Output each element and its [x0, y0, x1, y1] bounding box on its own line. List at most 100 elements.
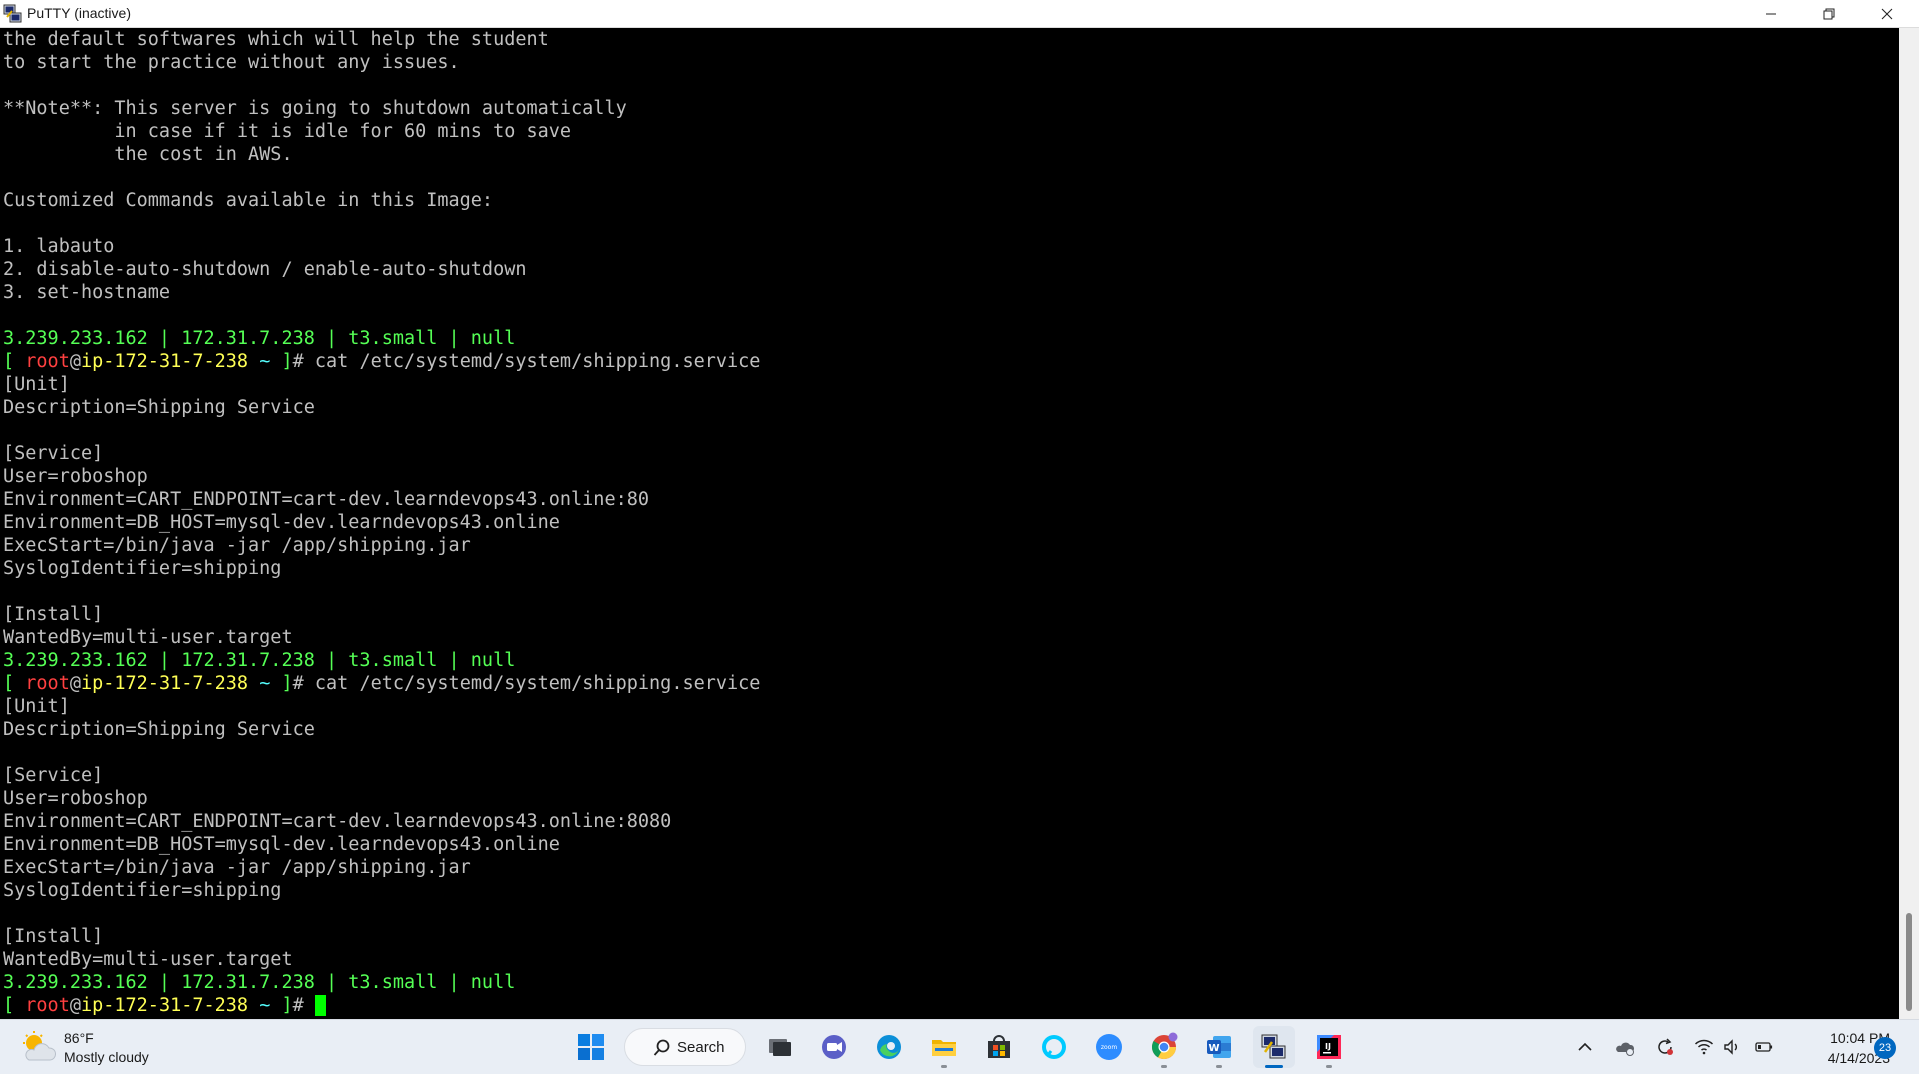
scrollbar-thumb[interactable]	[1906, 913, 1912, 1011]
terminal-text: 3.239.233.162 | 172.31.7.238 | t3.small …	[3, 972, 516, 993]
terminal-text: ~	[248, 995, 282, 1016]
terminal-line: 3.239.233.162 | 172.31.7.238 | t3.small …	[0, 649, 1899, 672]
terminal-text: the cost in AWS.	[3, 144, 293, 165]
task-view-button[interactable]	[759, 1026, 801, 1068]
notification-badge[interactable]: 23	[1874, 1037, 1896, 1059]
terminal-line: Environment=DB_HOST=mysql-dev.learndevop…	[0, 511, 1899, 534]
terminal-line: User=roboshop	[0, 465, 1899, 488]
weather-widget[interactable]: 86°F Mostly cloudy	[20, 1028, 170, 1068]
file-explorer-button[interactable]	[923, 1026, 965, 1068]
terminal-line: [ root@ip-172-31-7-238 ~ ]# cat /etc/sys…	[0, 672, 1899, 695]
weather-temperature: 86°F	[64, 1030, 94, 1046]
taskbar-search[interactable]: Search	[624, 1028, 746, 1066]
windows-logo-icon	[578, 1034, 604, 1060]
word-icon: W	[1207, 1036, 1231, 1058]
terminal-text: Environment=DB_HOST=mysql-dev.learndevop…	[3, 512, 560, 533]
volume-tray-button[interactable]	[1720, 1035, 1744, 1059]
terminal-text: [Service]	[3, 765, 104, 786]
terminal-output[interactable]: the default softwares which will help th…	[0, 28, 1899, 1019]
putty-icon	[3, 4, 23, 24]
store-icon	[988, 1035, 1010, 1058]
terminal-text: # cat /etc/systemd/system/shipping.servi…	[292, 673, 761, 694]
alexa-icon	[1042, 1035, 1066, 1059]
terminal-text: [	[3, 995, 26, 1016]
close-button[interactable]	[1864, 0, 1910, 28]
terminal-line: Environment=CART_ENDPOINT=cart-dev.learn…	[0, 488, 1899, 511]
terminal-text: [Install]	[3, 926, 104, 947]
onedrive-tray-button[interactable]	[1613, 1035, 1637, 1059]
terminal-text: [Unit]	[3, 374, 70, 395]
terminal-line: [ root@ip-172-31-7-238 ~ ]#	[0, 994, 1899, 1017]
terminal-text: ~	[248, 351, 282, 372]
terminal-line: SyslogIdentifier=shipping	[0, 879, 1899, 902]
zoom-button[interactable]: zoom	[1088, 1026, 1130, 1068]
terminal-text: Environment=DB_HOST=mysql-dev.learndevop…	[3, 834, 560, 855]
putty-taskbar-button[interactable]	[1253, 1026, 1295, 1068]
terminal-cursor	[314, 995, 326, 1016]
battery-tray-button[interactable]	[1752, 1035, 1776, 1059]
chrome-button[interactable]	[1143, 1026, 1185, 1068]
terminal-line: Environment=CART_ENDPOINT=cart-dev.learn…	[0, 810, 1899, 833]
terminal-text: # cat /etc/systemd/system/shipping.servi…	[292, 351, 761, 372]
terminal-text: ip-172-31-7-238	[80, 673, 249, 694]
terminal-text: [Install]	[3, 604, 104, 625]
terminal-text: ]	[281, 995, 293, 1016]
teams-chat-button[interactable]	[813, 1026, 855, 1068]
chrome-icon	[1151, 1032, 1178, 1060]
terminal-text: @	[69, 351, 81, 372]
terminal-text: [Unit]	[3, 696, 70, 717]
wifi-tray-button[interactable]	[1692, 1035, 1716, 1059]
edge-browser-button[interactable]	[868, 1026, 910, 1068]
terminal-text: User=roboshop	[3, 788, 148, 809]
terminal-text: root	[25, 351, 70, 372]
terminal-text: [	[3, 351, 26, 372]
terminal-line: Description=Shipping Service	[0, 396, 1899, 419]
minimize-button[interactable]	[1748, 0, 1794, 28]
terminal-text: ]	[281, 351, 293, 372]
active-indicator	[1265, 1065, 1283, 1068]
terminal-line: ExecStart=/bin/java -jar /app/shipping.j…	[0, 856, 1899, 879]
terminal-text: Environment=CART_ENDPOINT=cart-dev.learn…	[3, 811, 672, 832]
terminal-text: ]	[281, 673, 293, 694]
terminal-line: Environment=DB_HOST=mysql-dev.learndevop…	[0, 833, 1899, 856]
partly-cloudy-icon	[20, 1030, 56, 1064]
alexa-button[interactable]	[1033, 1026, 1075, 1068]
terminal-text: User=roboshop	[3, 466, 148, 487]
terminal-line: [Install]	[0, 925, 1899, 948]
terminal-scrollbar[interactable]	[1899, 28, 1919, 1019]
terminal-text: ExecStart=/bin/java -jar /app/shipping.j…	[3, 535, 471, 556]
window-title-bar[interactable]: PuTTY (inactive)	[0, 0, 1919, 28]
terminal-text: @	[69, 995, 81, 1016]
terminal-line: ExecStart=/bin/java -jar /app/shipping.j…	[0, 534, 1899, 557]
word-button[interactable]: W	[1198, 1026, 1240, 1068]
folder-icon	[932, 1040, 956, 1056]
terminal-line: in case if it is idle for 60 mins to sav…	[0, 120, 1899, 143]
running-indicator	[1161, 1065, 1167, 1068]
restore-icon	[1823, 8, 1835, 20]
restore-button[interactable]	[1806, 0, 1852, 28]
terminal-text: root	[25, 995, 70, 1016]
terminal-line: 3.239.233.162 | 172.31.7.238 | t3.small …	[0, 971, 1899, 994]
terminal-text: Description=Shipping Service	[3, 719, 315, 740]
terminal-line: [Unit]	[0, 695, 1899, 718]
task-view-icon	[769, 1039, 791, 1056]
intellij-button[interactable]: IJ	[1308, 1026, 1350, 1068]
microsoft-store-button[interactable]	[978, 1026, 1020, 1068]
terminal-text: ExecStart=/bin/java -jar /app/shipping.j…	[3, 857, 471, 878]
terminal-text: **Note**: This server is going to shutdo…	[3, 98, 627, 119]
running-indicator	[1216, 1065, 1222, 1068]
sync-tray-button[interactable]	[1653, 1035, 1677, 1059]
terminal-text: Customized Commands available in this Im…	[3, 190, 494, 211]
camera-chat-icon	[822, 1035, 846, 1059]
terminal-text: [Service]	[3, 443, 104, 464]
terminal-text: WantedBy=multi-user.target	[3, 627, 293, 648]
battery-icon	[1755, 1042, 1773, 1052]
start-button[interactable]	[570, 1026, 612, 1068]
show-hidden-icons-button[interactable]	[1573, 1035, 1597, 1059]
terminal-text: Description=Shipping Service	[3, 397, 315, 418]
terminal-line: [ root@ip-172-31-7-238 ~ ]# cat /etc/sys…	[0, 350, 1899, 373]
terminal-line: 3. set-hostname	[0, 281, 1899, 304]
